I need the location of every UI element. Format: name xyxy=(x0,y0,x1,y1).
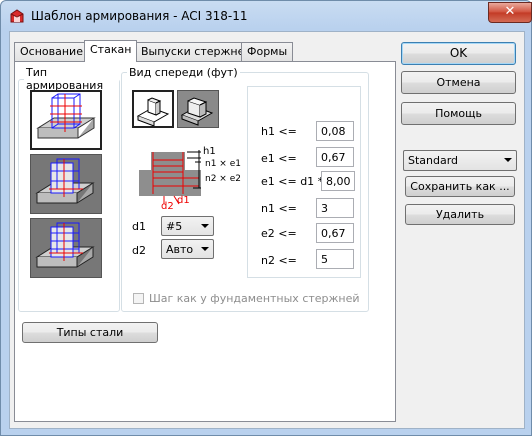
d1-select[interactable]: #5 xyxy=(161,216,214,236)
param-input-e1-d1[interactable]: 8,00 xyxy=(321,171,355,191)
dialog-client: Основание Стакан Выпуски стержней Формы … xyxy=(9,31,525,429)
app-icon xyxy=(10,9,24,23)
cancel-button[interactable]: Отмена xyxy=(401,71,516,94)
same-spacing-label: Шаг как у фундаментных стержней xyxy=(149,292,360,305)
param-input-e2[interactable]: 0,67 xyxy=(316,223,354,243)
reinforcement-type-legend: Тип армирования xyxy=(26,66,104,92)
front-view-legend: Вид спереди (фут) xyxy=(129,66,238,79)
help-button[interactable]: Помощь xyxy=(401,102,516,125)
save-as-button[interactable]: Сохранить как ... xyxy=(405,176,515,197)
d2-value: Авто xyxy=(166,243,194,256)
d2-label: d2 xyxy=(132,244,146,257)
close-button[interactable]: ✕ xyxy=(488,2,532,23)
chevron-down-icon xyxy=(201,247,209,251)
diagram-label-d2: d2 xyxy=(161,201,174,212)
param-input-n1[interactable]: 3 xyxy=(316,198,354,218)
cage-template-2-icon[interactable] xyxy=(30,154,102,214)
window-title: Шаблон армирования - ACI 318-11 xyxy=(31,9,248,23)
param-label-n2: n2 <= xyxy=(261,254,297,267)
pedestal-view-1-icon[interactable] xyxy=(132,90,174,128)
param-label-h1: h1 <= xyxy=(261,125,297,138)
param-label-e1: e1 <= xyxy=(261,152,297,165)
d2-select[interactable]: Авто xyxy=(161,239,214,259)
pedestal-view-2-icon[interactable] xyxy=(177,90,219,128)
diagram-label-h1: h1 xyxy=(203,146,216,157)
tab-dowels[interactable]: Выпуски стержней xyxy=(135,42,258,61)
cage-template-3-icon[interactable] xyxy=(30,218,102,278)
param-label-n1: n1 <= xyxy=(261,202,297,215)
diagram-label-n2e2: n2 × e2 xyxy=(205,174,241,184)
diagram-label-d1: d1 xyxy=(177,195,190,206)
chevron-down-icon xyxy=(201,224,209,228)
template-value: Standard xyxy=(408,154,459,167)
cage-template-1-icon[interactable] xyxy=(30,90,102,150)
ok-button[interactable]: OK xyxy=(401,42,516,65)
d1-label: d1 xyxy=(132,220,146,233)
template-select[interactable]: Standard xyxy=(403,150,517,171)
param-input-n2[interactable]: 5 xyxy=(316,249,354,269)
param-input-e1[interactable]: 0,67 xyxy=(316,147,354,167)
param-input-h1[interactable]: 0,08 xyxy=(316,121,354,141)
tab-shapes[interactable]: Формы xyxy=(241,42,294,61)
param-label-e1-d1: e1 <= d1 * xyxy=(261,175,324,188)
tab-panel: Тип армирования Вид спереди (фут) h1 n1 … xyxy=(14,61,396,422)
same-spacing-checkbox[interactable] xyxy=(133,293,144,304)
chevron-down-icon xyxy=(504,158,512,162)
diagram-label-n1e1: n1 × e1 xyxy=(205,159,241,169)
param-label-e2: e2 <= xyxy=(261,227,297,240)
dialog-window: Шаблон армирования - ACI 318-11 ✕ Основа… xyxy=(0,0,532,436)
steel-types-button[interactable]: Типы стали xyxy=(22,322,158,343)
d1-value: #5 xyxy=(166,220,183,233)
tab-pedestal[interactable]: Стакан xyxy=(84,40,138,62)
delete-button[interactable]: Удалить xyxy=(405,204,515,225)
title-bar[interactable]: Шаблон армирования - ACI 318-11 ✕ xyxy=(1,1,532,31)
tab-base[interactable]: Основание xyxy=(14,42,89,61)
